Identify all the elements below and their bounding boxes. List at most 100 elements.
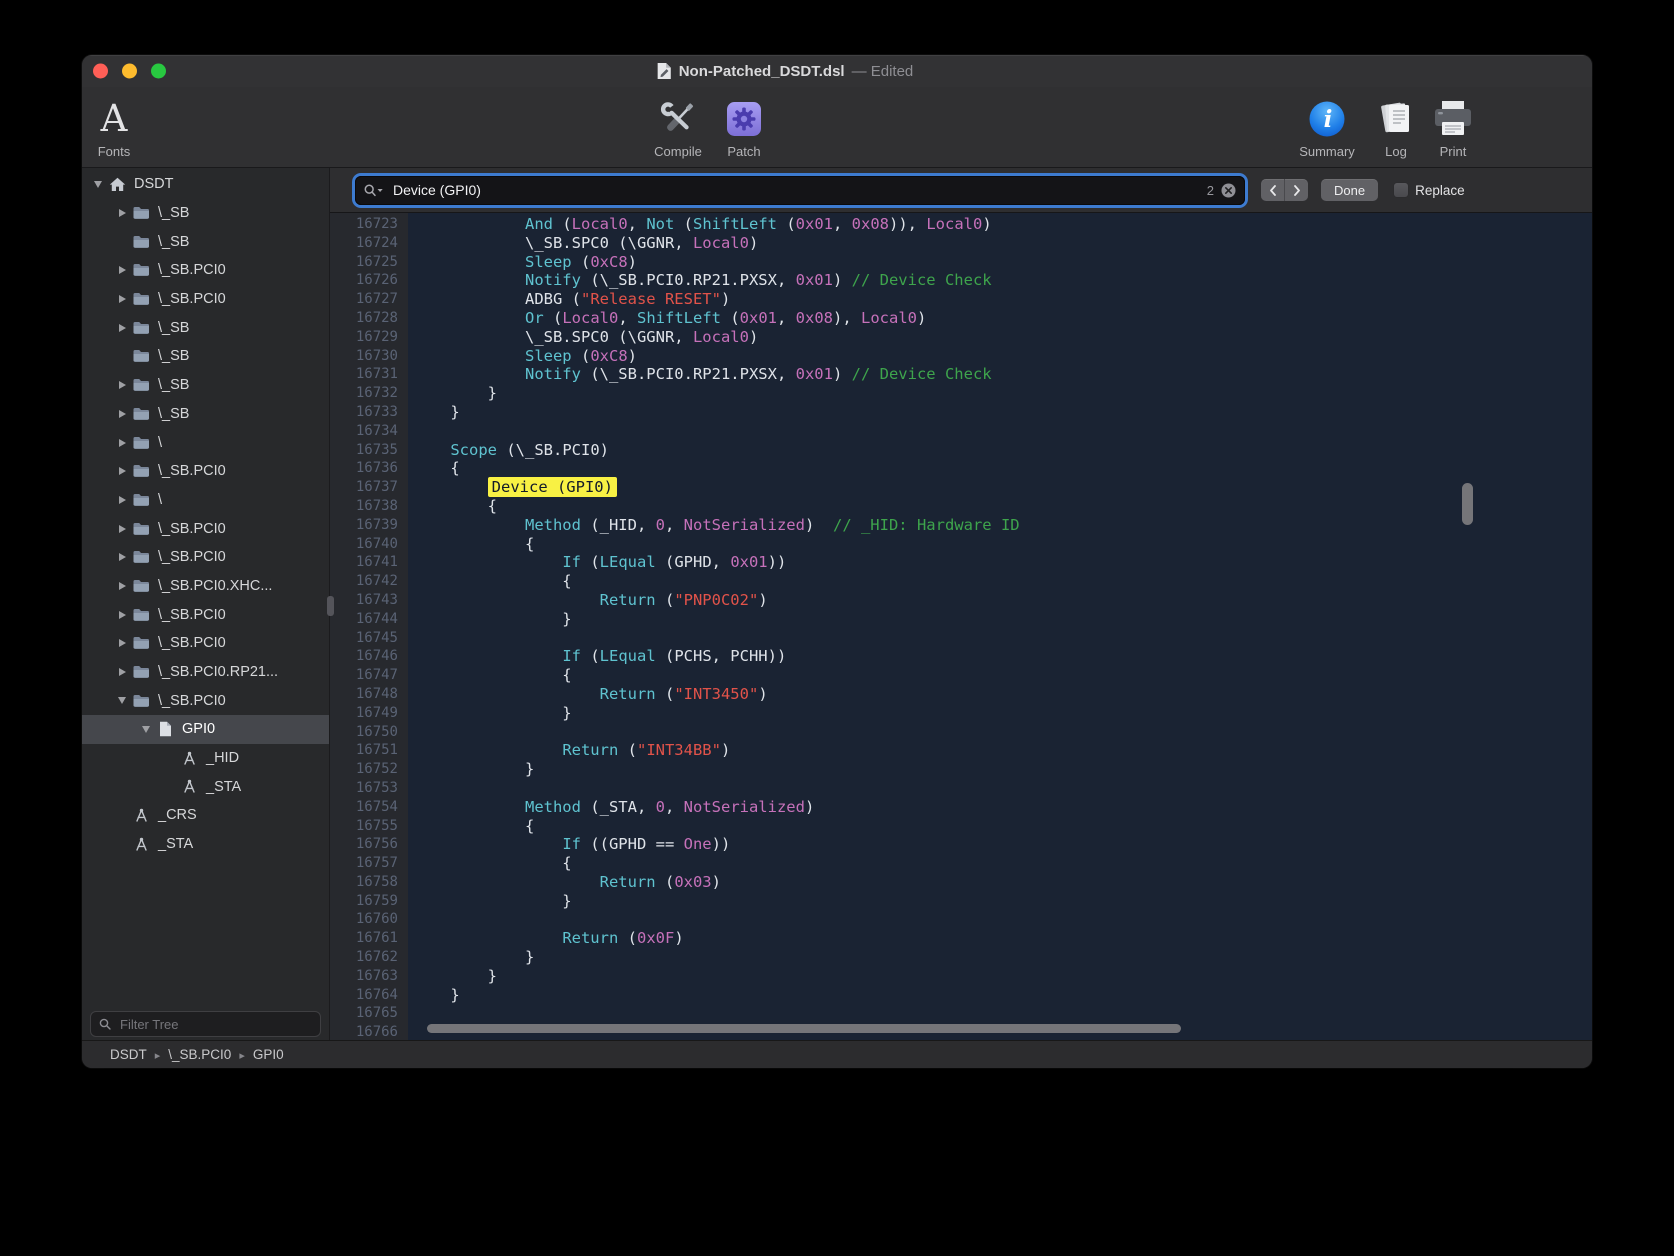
print-button-label: Print: [1440, 144, 1467, 159]
tree-item-sb[interactable]: \_SB: [82, 313, 329, 342]
line-number: 16739: [330, 516, 408, 535]
patch-button[interactable]: Patch: [714, 89, 774, 159]
folder-icon: [130, 579, 152, 593]
minimize-window-button[interactable]: [122, 64, 137, 79]
tree-item-root[interactable]: \: [82, 428, 329, 457]
tree-item-sb-pci0[interactable]: \_SB.PCI0: [82, 629, 329, 658]
line-number: 16727: [330, 290, 408, 309]
fonts-icon: A: [101, 98, 128, 140]
code-line: }: [413, 384, 1592, 403]
compile-button[interactable]: Compile: [642, 89, 714, 159]
close-window-button[interactable]: [93, 64, 108, 79]
document-proxy-icon[interactable]: [657, 62, 672, 80]
disclosure-triangle[interactable]: [114, 525, 130, 533]
tree-item-sb[interactable]: \_SB: [82, 199, 329, 228]
tree-item-sb-pci0[interactable]: \_SB.PCI0: [82, 686, 329, 715]
tree-item-sb-pci0[interactable]: \_SB.PCI0: [82, 514, 329, 543]
tree-item-root[interactable]: \: [82, 486, 329, 515]
breadcrumb-item[interactable]: \_SB.PCI0: [168, 1047, 231, 1062]
disclosure-triangle[interactable]: [114, 582, 130, 590]
tree-item-gpi0[interactable]: GPI0: [82, 715, 329, 744]
disclosure-triangle[interactable]: [114, 324, 130, 332]
search-match-highlight: Device (GPI0): [488, 477, 617, 497]
filter-tree-field[interactable]: [90, 1011, 321, 1037]
zoom-window-button[interactable]: [151, 64, 166, 79]
main-content: DSDT\_SB\_SB\_SB.PCI0\_SB.PCI0\_SB\_SB\_…: [82, 168, 1592, 1040]
folder-icon: [130, 292, 152, 306]
tree-item-sb[interactable]: \_SB: [82, 400, 329, 429]
disclosure-triangle[interactable]: [114, 611, 130, 619]
splitter-handle[interactable]: [327, 596, 334, 616]
tree-item-label: \_SB.PCI0: [158, 291, 226, 307]
tree-item-crs[interactable]: _CRS: [82, 801, 329, 830]
window-edited-badge: — Edited: [852, 63, 914, 80]
disclosure-triangle[interactable]: [90, 181, 106, 188]
horizontal-scrollbar-thumb[interactable]: [427, 1024, 1181, 1033]
previous-match-button[interactable]: [1261, 179, 1285, 201]
tree-item-sb-pci0[interactable]: \_SB.PCI0: [82, 457, 329, 486]
find-bar: 2 Done Replace: [330, 168, 1592, 213]
find-field[interactable]: 2: [355, 176, 1245, 205]
disclosure-triangle[interactable]: [114, 668, 130, 676]
disclosure-triangle[interactable]: [114, 697, 130, 704]
code-line: Notify (\_SB.PCI0.RP21.PXSX, 0x01) // De…: [413, 271, 1592, 290]
disclosure-triangle[interactable]: [114, 295, 130, 303]
tree-item-dsdt[interactable]: DSDT: [82, 170, 329, 199]
tree-item-label: \: [158, 435, 162, 451]
disclosure-triangle[interactable]: [114, 266, 130, 274]
disclosure-triangle[interactable]: [114, 467, 130, 475]
tree-item-hid[interactable]: _HID: [82, 744, 329, 773]
sidebar-tree: DSDT\_SB\_SB\_SB.PCI0\_SB.PCI0\_SB\_SB\_…: [82, 168, 329, 1011]
fonts-button[interactable]: A Fonts: [88, 89, 140, 159]
tree-item-sb[interactable]: \_SB: [82, 227, 329, 256]
toolbar: A Fonts Compile: [82, 87, 1592, 168]
tree-item-label: \_SB: [158, 234, 189, 250]
disclosure-triangle[interactable]: [114, 553, 130, 561]
tree-item-label: \_SB: [158, 205, 189, 221]
code-line: {: [413, 535, 1592, 554]
disclosure-triangle[interactable]: [114, 410, 130, 418]
tree-item-sta[interactable]: _STA: [82, 772, 329, 801]
disclosure-triangle[interactable]: [114, 209, 130, 217]
code-editor[interactable]: 1672316724167251672616727167281672916730…: [330, 213, 1592, 1040]
disclosure-triangle[interactable]: [114, 496, 130, 504]
print-button[interactable]: Print: [1432, 89, 1474, 159]
summary-info-icon: i: [1307, 96, 1347, 142]
search-menu-icon[interactable]: [364, 184, 384, 197]
tree-item-sb-pci0-xhc[interactable]: \_SB.PCI0.XHC...: [82, 572, 329, 601]
tree-item-sb-pci0[interactable]: \_SB.PCI0: [82, 543, 329, 572]
code-line: }: [413, 704, 1592, 723]
next-match-button[interactable]: [1285, 179, 1308, 201]
tree-item-sb-pci0[interactable]: \_SB.PCI0: [82, 256, 329, 285]
filter-tree-input[interactable]: [118, 1016, 312, 1033]
vertical-scrollbar-thumb[interactable]: [1462, 483, 1473, 525]
breadcrumb-item[interactable]: GPI0: [253, 1047, 284, 1062]
tree-item-sb-pci0[interactable]: \_SB.PCI0: [82, 600, 329, 629]
folder-icon: [130, 235, 152, 249]
breadcrumb-separator: ▸: [239, 1048, 245, 1062]
tree-item-sb-pci0[interactable]: \_SB.PCI0: [82, 285, 329, 314]
editor-pane: 2 Done Replace: [330, 168, 1592, 1040]
tree-item-sb[interactable]: \_SB: [82, 342, 329, 371]
summary-button[interactable]: i Summary: [1294, 89, 1360, 159]
disclosure-triangle[interactable]: [114, 639, 130, 647]
breadcrumb-item[interactable]: DSDT: [110, 1047, 147, 1062]
code-line: [413, 910, 1592, 929]
disclosure-triangle[interactable]: [138, 726, 154, 733]
find-input[interactable]: [391, 181, 1200, 199]
clear-search-icon[interactable]: [1221, 183, 1236, 198]
disclosure-triangle[interactable]: [114, 381, 130, 389]
code-content[interactable]: And (Local0, Not (ShiftLeft (0x01, 0x08)…: [408, 213, 1592, 1040]
folder-icon: [130, 206, 152, 220]
tree-item-sb-pci0-rp21[interactable]: \_SB.PCI0.RP21...: [82, 658, 329, 687]
disclosure-triangle[interactable]: [114, 439, 130, 447]
code-line: Return (0x0F): [413, 929, 1592, 948]
titlebar[interactable]: Non-Patched_DSDT.dsl — Edited: [82, 55, 1592, 87]
tree-item-label: \_SB.PCI0: [158, 549, 226, 565]
done-button[interactable]: Done: [1321, 179, 1378, 201]
replace-checkbox[interactable]: [1394, 183, 1408, 197]
tree-item-sb[interactable]: \_SB: [82, 371, 329, 400]
tree-item-sta[interactable]: _STA: [82, 830, 329, 859]
log-pages-icon: [1376, 96, 1416, 142]
log-button[interactable]: Log: [1376, 89, 1416, 159]
